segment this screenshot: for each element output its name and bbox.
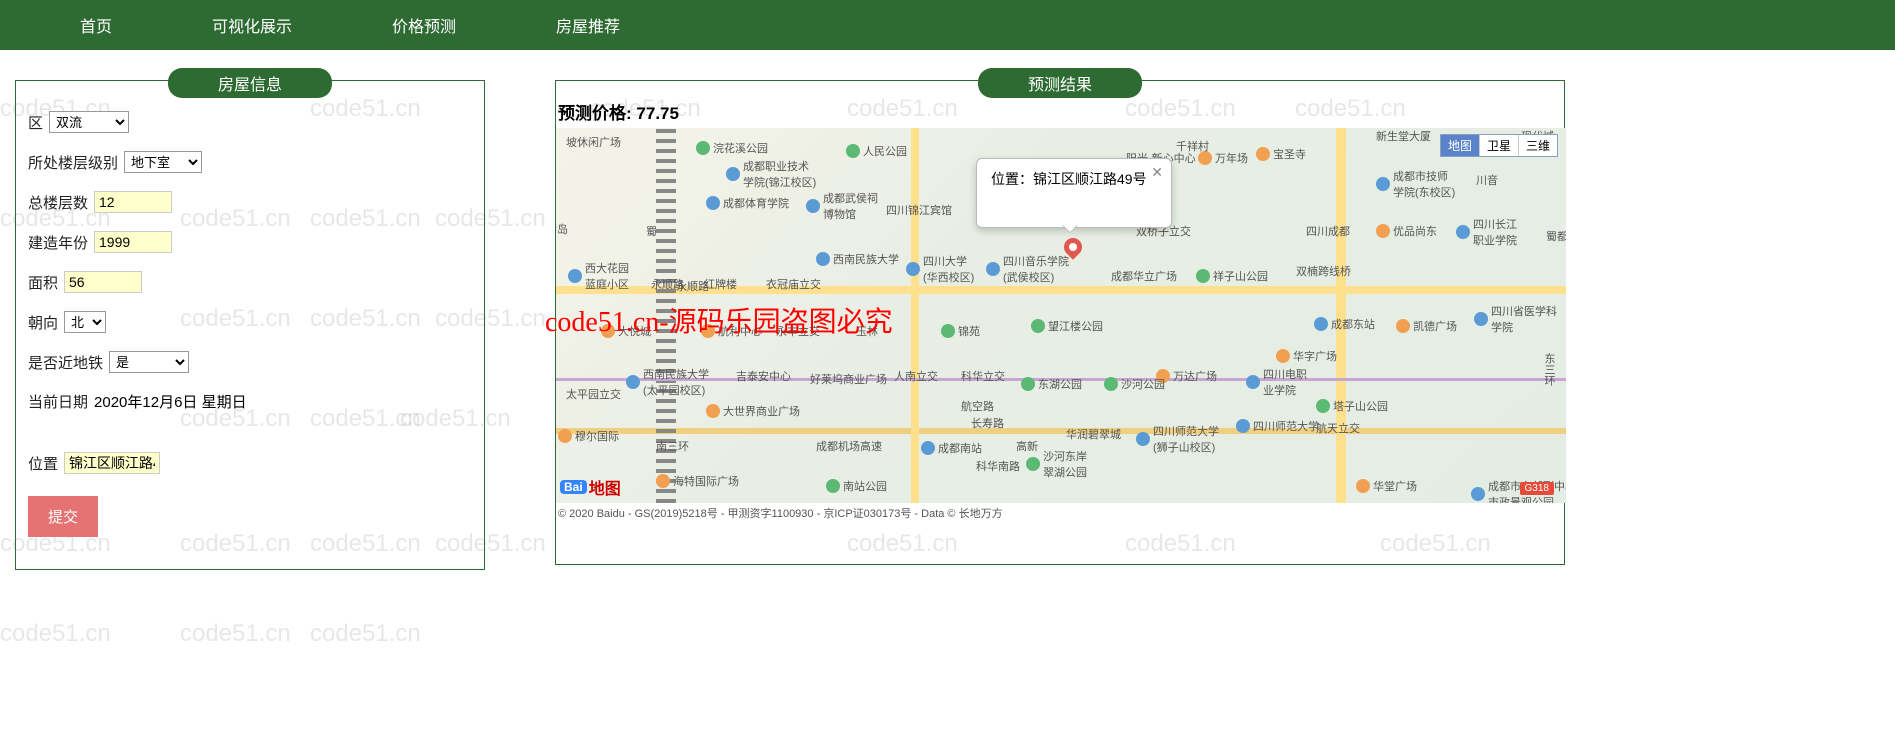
year-input[interactable] [94,231,172,253]
house-info-panel: 区 双流 所处楼层级别 地下室 总楼层数 建造年份 面积 朝向 北 [15,80,485,570]
map-info-window: ✕ 位置：锦江区顺江路49号 [976,158,1172,228]
nav-recommend[interactable]: 房屋推荐 [506,0,670,51]
map-btn-normal[interactable]: 地图 [1441,135,1479,156]
price-value: 77.75 [636,104,679,123]
floor-level-select[interactable]: 地下室 [124,151,202,173]
info-value: 锦江区顺江路49号 [1033,171,1147,187]
map-copyright: © 2020 Baidu - GS(2019)5218号 - 甲测资字11009… [556,503,1564,521]
info-label: 位置： [991,171,1033,187]
baidu-map-logo: Bai地图 [560,475,621,499]
map-btn-satellite[interactable]: 卫星 [1479,135,1518,156]
result-panel: 预测价格: 77.75 坡休闲广场 浣花溪公园 人民公园 成都职业技术 学院(锦… [555,80,1565,565]
nav-predict[interactable]: 价格预测 [342,0,506,51]
district-label: 区 [28,112,43,133]
map-btn-3d[interactable]: 三维 [1518,135,1557,156]
result-panel-title: 预测结果 [978,68,1142,98]
area-label: 面积 [28,272,58,293]
floor-level-label: 所处楼层级别 [28,152,118,173]
subway-select[interactable]: 是 [109,351,189,373]
direction-select[interactable]: 北 [64,311,106,333]
year-label: 建造年份 [28,232,88,253]
price-label: 预测价格: [558,104,632,123]
subway-label: 是否近地铁 [28,352,103,373]
map-container[interactable]: 坡休闲广场 浣花溪公园 人民公园 成都职业技术 学院(锦江校区) 成都远洋 阳光… [556,128,1566,503]
date-label: 当前日期 [28,391,88,412]
date-value: 2020年12月6日 星期日 [94,391,247,412]
nav-home[interactable]: 首页 [30,0,162,51]
total-floors-input[interactable] [94,191,172,213]
form-panel-title: 房屋信息 [168,68,332,98]
location-label: 位置 [28,453,58,474]
direction-label: 朝向 [28,312,58,333]
total-floors-label: 总楼层数 [28,192,88,213]
g318-badge: G318 [1520,482,1554,495]
map-type-buttons: 地图 卫星 三维 [1440,134,1558,157]
navbar: 首页 可视化展示 价格预测 房屋推荐 [0,0,1895,50]
nav-visual[interactable]: 可视化展示 [162,0,342,51]
submit-button[interactable]: 提交 [28,496,98,537]
area-input[interactable] [64,271,142,293]
district-select[interactable]: 双流 [49,111,129,133]
location-input[interactable] [64,452,160,474]
close-icon[interactable]: ✕ [1151,164,1163,181]
